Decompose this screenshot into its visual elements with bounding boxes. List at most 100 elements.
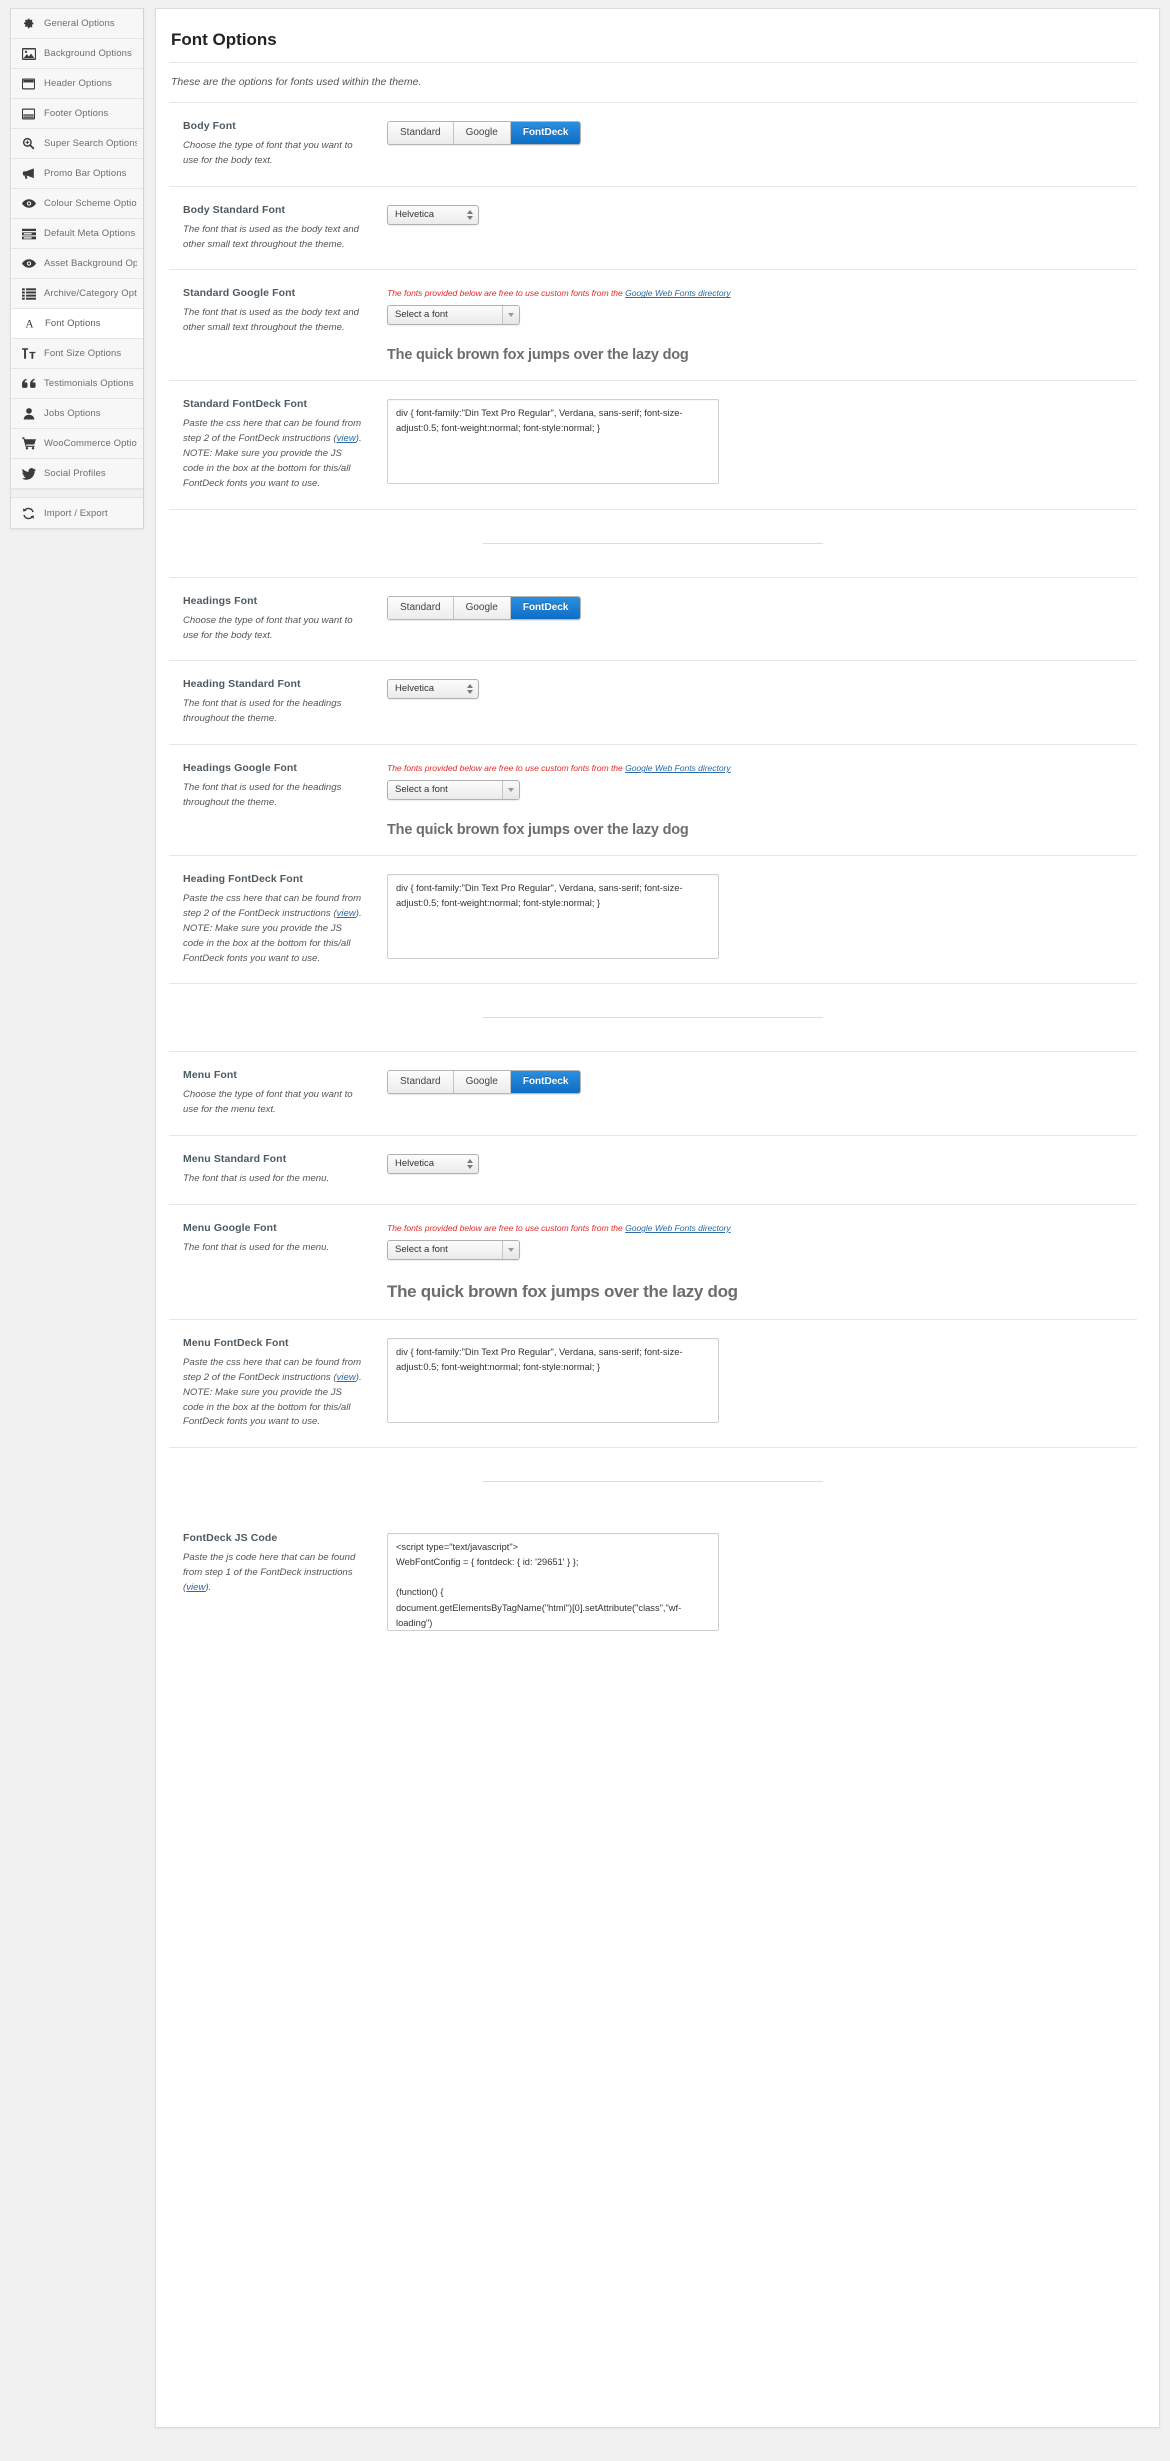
google-font-preview-text: The quick brown fox jumps over the lazy … [387, 1282, 1137, 1302]
cart-icon [21, 436, 36, 451]
chevron-down-icon[interactable] [502, 781, 519, 799]
chevron-down-icon[interactable] [502, 306, 519, 324]
page-title: Font Options [169, 30, 1137, 50]
option-row-menu-standard-font: Menu Standard Font The font that is used… [169, 1135, 1137, 1204]
toggle-standard-button[interactable]: Standard [388, 1071, 454, 1093]
quote-icon [21, 376, 36, 391]
sidebar-item-asset-background-options[interactable]: Asset Background Options [11, 249, 143, 279]
option-description: Choose the type of font that you want to… [183, 139, 364, 169]
toggle-standard-button[interactable]: Standard [388, 597, 454, 619]
megaphone-icon [21, 166, 36, 181]
group-separator-line [483, 1481, 823, 1482]
body-font-type-toggle[interactable]: Standard Google FontDeck [387, 121, 581, 145]
chevron-down-icon[interactable] [502, 1241, 519, 1259]
option-control-block: Standard Google FontDeck [374, 120, 1137, 145]
menu-google-font-select[interactable]: Select a font [387, 1240, 520, 1260]
stepper-arrows-icon[interactable] [461, 206, 478, 224]
option-row-fontdeck-js-code: FontDeck JS Code Paste the js code here … [169, 1515, 1137, 1648]
toggle-fontdeck-button[interactable]: FontDeck [511, 1071, 581, 1093]
footer-layout-icon [21, 106, 36, 121]
sidebar-item-super-search-options[interactable]: Super Search Options [11, 129, 143, 159]
fontdeck-instructions-view-link[interactable]: view [337, 908, 356, 919]
sidebar-item-font-size-options[interactable]: Font Size Options [11, 339, 143, 369]
option-row-menu-font: Menu Font Choose the type of font that y… [169, 1051, 1137, 1135]
option-row-menu-google-font: Menu Google Font The font that is used f… [169, 1204, 1137, 1319]
option-label-block: Heading FontDeck Font Paste the css here… [169, 873, 374, 966]
toggle-google-button[interactable]: Google [454, 122, 511, 144]
option-title: Body Standard Font [183, 204, 364, 216]
sidebar-item-colour-scheme-options[interactable]: Colour Scheme Options [11, 189, 143, 219]
fontdeck-instructions-view-link[interactable]: view [337, 433, 356, 444]
option-description: The font that is used for the menu. [183, 1172, 364, 1187]
select-value: Select a font [388, 306, 519, 324]
sidebar-item-general-options[interactable]: General Options [11, 9, 143, 39]
panel-intro-text: These are the options for fonts used wit… [169, 63, 1137, 102]
option-row-standard-fontdeck-font: Standard FontDeck Font Paste the css her… [169, 380, 1137, 508]
option-control-block: The fonts provided below are free to use… [374, 287, 1137, 363]
option-control-block: The fonts provided below are free to use… [374, 1222, 1137, 1302]
group-divider [169, 983, 1137, 984]
heading-fontdeck-css-textarea[interactable]: div { font-family:"Din Text Pro Regular"… [387, 874, 719, 959]
option-title: Menu FontDeck Font [183, 1337, 364, 1349]
fontdeck-instructions-view-link[interactable]: view [337, 1372, 356, 1383]
meta-list-icon [21, 226, 36, 241]
body-standard-font-select[interactable]: Helvetica [387, 205, 479, 225]
sidebar-item-jobs-options[interactable]: Jobs Options [11, 399, 143, 429]
fontdeck-js-code-textarea[interactable]: <script type="text/javascript"> WebFontC… [387, 1533, 719, 1631]
heading-standard-font-select[interactable]: Helvetica [387, 679, 479, 699]
sidebar-item-label: Promo Bar Options [44, 168, 126, 179]
text-size-icon [21, 346, 36, 361]
stepper-arrows-icon[interactable] [461, 680, 478, 698]
option-label-block: Menu Google Font The font that is used f… [169, 1222, 374, 1256]
option-title: Body Font [183, 120, 364, 132]
standard-fontdeck-css-textarea[interactable]: div { font-family:"Din Text Pro Regular"… [387, 399, 719, 484]
sidebar-item-background-options[interactable]: Background Options [11, 39, 143, 69]
options-sidebar: General Options Background Options Heade… [10, 8, 144, 529]
google-fonts-notice: The fonts provided below are free to use… [387, 288, 1137, 298]
list-icon [21, 286, 36, 301]
svg-text:A: A [25, 319, 34, 330]
sidebar-item-header-options[interactable]: Header Options [11, 69, 143, 99]
standard-google-font-select[interactable]: Select a font [387, 305, 520, 325]
option-control-block: Helvetica [374, 678, 1137, 703]
toggle-fontdeck-button[interactable]: FontDeck [511, 597, 581, 619]
google-web-fonts-directory-link[interactable]: Google Web Fonts directory [625, 1223, 731, 1233]
option-title: Standard FontDeck Font [183, 398, 364, 410]
google-web-fonts-directory-link[interactable]: Google Web Fonts directory [625, 288, 731, 298]
google-web-fonts-directory-link[interactable]: Google Web Fonts directory [625, 763, 731, 773]
option-row-heading-fontdeck-font: Heading FontDeck Font Paste the css here… [169, 855, 1137, 983]
stepper-arrows-icon[interactable] [461, 1155, 478, 1173]
option-control-block: div { font-family:"Din Text Pro Regular"… [374, 1337, 1137, 1423]
description-part-a: Paste the css here that can be found fro… [183, 893, 361, 919]
sidebar-item-social-profiles[interactable]: Social Profiles [11, 459, 143, 489]
sidebar-item-woocommerce-options[interactable]: WooCommerce Options [11, 429, 143, 459]
sidebar-item-archive-category-options[interactable]: Archive/Category Options [11, 279, 143, 309]
option-description: Paste the css here that can be found fro… [183, 417, 364, 491]
toggle-standard-button[interactable]: Standard [388, 122, 454, 144]
menu-standard-font-select[interactable]: Helvetica [387, 1154, 479, 1174]
sidebar-item-label: WooCommerce Options [44, 438, 137, 449]
sidebar-item-label: Colour Scheme Options [44, 198, 137, 209]
toggle-google-button[interactable]: Google [454, 1071, 511, 1093]
menu-fontdeck-css-textarea[interactable]: div { font-family:"Din Text Pro Regular"… [387, 1338, 719, 1423]
eye-icon [21, 256, 36, 271]
google-font-preview-text: The quick brown fox jumps over the lazy … [387, 347, 1137, 363]
sidebar-item-label: Social Profiles [44, 468, 106, 479]
sidebar-item-import-export[interactable]: Import / Export [11, 498, 143, 528]
headings-font-type-toggle[interactable]: Standard Google FontDeck [387, 596, 581, 620]
menu-font-type-toggle[interactable]: Standard Google FontDeck [387, 1070, 581, 1094]
sidebar-item-font-options[interactable]: A Font Options [11, 309, 143, 339]
toggle-fontdeck-button[interactable]: FontDeck [511, 122, 581, 144]
sidebar-item-default-meta-options[interactable]: Default Meta Options [11, 219, 143, 249]
sidebar-item-testimonials-options[interactable]: Testimonials Options [11, 369, 143, 399]
sidebar-item-promo-bar-options[interactable]: Promo Bar Options [11, 159, 143, 189]
fontdeck-instructions-view-link[interactable]: view [186, 1582, 205, 1593]
option-row-headings-google-font: Headings Google Font The font that is us… [169, 744, 1137, 855]
toggle-google-button[interactable]: Google [454, 597, 511, 619]
sidebar-item-footer-options[interactable]: Footer Options [11, 99, 143, 129]
option-label-block: Body Font Choose the type of font that y… [169, 120, 374, 169]
options-main-panel: Font Options These are the options for f… [155, 8, 1160, 2428]
sidebar-item-label: Super Search Options [44, 138, 137, 149]
person-icon [21, 406, 36, 421]
headings-google-font-select[interactable]: Select a font [387, 780, 520, 800]
